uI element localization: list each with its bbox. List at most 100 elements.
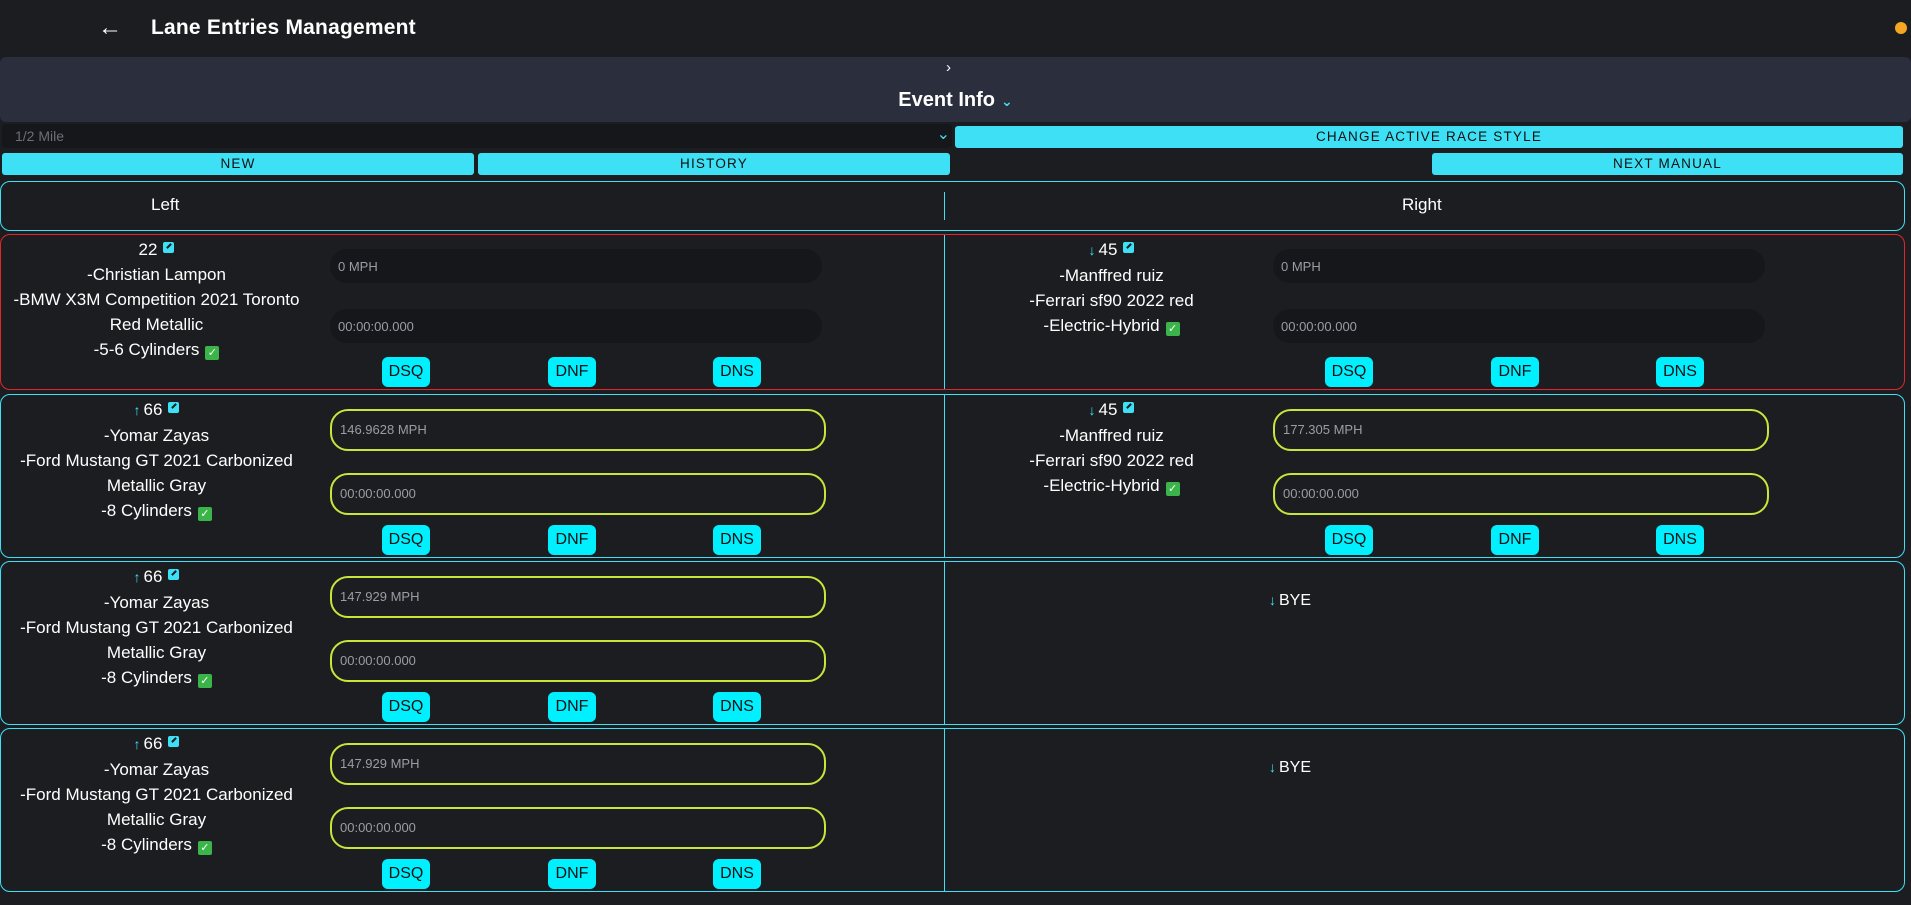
right-speed-field[interactable]: 0 MPH xyxy=(1273,249,1765,283)
left-dsq-button[interactable]: DSQ xyxy=(382,692,430,722)
event-info-title: Event Info xyxy=(898,89,995,111)
lane-divider xyxy=(944,192,945,220)
left-dnf-button[interactable]: DNF xyxy=(548,525,596,555)
arrow-up-icon: ↑ xyxy=(133,402,141,418)
lane-right-label: Right xyxy=(1402,195,1442,214)
entry-number: 45 xyxy=(1098,240,1118,259)
edit-icon[interactable] xyxy=(1123,242,1135,253)
car-name: -Ford Mustang GT 2021 Carbonized Metalli… xyxy=(20,451,293,495)
lane-header: Left Right xyxy=(0,181,1905,231)
event-info-toggle[interactable]: Event Info ⌄ xyxy=(0,89,1911,112)
right-dns-button[interactable]: DNS xyxy=(1656,357,1704,387)
chevron-down-icon: ⌄ xyxy=(1000,93,1013,109)
driver-name: -Manffred ruiz xyxy=(1059,426,1164,445)
driver-name: -Manffred ruiz xyxy=(1059,266,1164,285)
right-dns-button[interactable]: DNS xyxy=(1656,525,1704,555)
arrow-down-icon: ↓ xyxy=(1269,759,1276,775)
car-name: -Ford Mustang GT 2021 Carbonized Metalli… xyxy=(20,785,293,829)
right-dsq-button[interactable]: DSQ xyxy=(1325,525,1373,555)
edit-icon[interactable] xyxy=(1123,402,1135,413)
left-entry-info: ↑ 66 -Yomar Zayas -Ford Mustang GT 2021 C… xyxy=(4,564,309,690)
car-name: -Ferrari sf90 2022 red xyxy=(1029,291,1194,310)
left-dnf-button[interactable]: DNF xyxy=(548,357,596,387)
chevron-down-icon: ⌄ xyxy=(936,126,950,143)
top-bar: ← Lane Entries Management xyxy=(0,0,1911,56)
driver-name: -Yomar Zayas xyxy=(103,593,210,612)
entry-number: 66 xyxy=(143,567,163,586)
right-time-field[interactable]: 00:00:00.000 xyxy=(1273,309,1765,343)
left-speed-field[interactable]: 147.929 MPH xyxy=(330,576,826,618)
left-dnf-button[interactable]: DNF xyxy=(548,692,596,722)
engine-type: -Electric-Hybrid xyxy=(1043,316,1160,335)
left-dns-button[interactable]: DNS xyxy=(713,692,761,722)
check-icon: ✓ xyxy=(1165,482,1180,496)
next-manual-button[interactable]: NEXT MANUAL xyxy=(1432,153,1903,175)
race-style-select[interactable]: 1/2 Mile ⌄ xyxy=(2,124,952,148)
lane-divider xyxy=(944,235,945,389)
race-card: ↑ 66 -Yomar Zayas -Ford Mustang GT 2021 C… xyxy=(0,728,1905,892)
race-card: ↑ 66 -Yomar Zayas -Ford Mustang GT 2021 C… xyxy=(0,561,1905,725)
left-speed-field[interactable]: 147.929 MPH xyxy=(330,743,826,785)
history-button[interactable]: HISTORY xyxy=(478,153,950,175)
left-dsq-button[interactable]: DSQ xyxy=(382,525,430,555)
race-style-value: 1/2 Mile xyxy=(15,128,65,144)
right-dnf-button[interactable]: DNF xyxy=(1491,525,1539,555)
change-race-style-button[interactable]: CHANGE ACTIVE RACE STYLE xyxy=(955,126,1903,148)
right-dsq-button[interactable]: DSQ xyxy=(1325,357,1373,387)
right-time-field[interactable]: 00:00:00.000 xyxy=(1273,473,1769,515)
check-icon: ✓ xyxy=(197,507,212,521)
right-bye: ↓ BYE xyxy=(1269,592,1311,610)
race-card-active: 22 -Christian Lampon -BMW X3M Competitio… xyxy=(0,234,1905,390)
bye-label: BYE xyxy=(1279,592,1312,609)
entry-number: 22 xyxy=(138,240,158,259)
left-time-field[interactable]: 00:00:00.000 xyxy=(330,807,826,849)
new-button[interactable]: NEW xyxy=(2,153,474,175)
right-entry-info: ↓ 45 -Manffred ruiz -Ferrari sf90 2022 re… xyxy=(959,237,1264,338)
arrow-down-icon: ↓ xyxy=(1088,242,1096,258)
left-dns-button[interactable]: DNS xyxy=(713,525,761,555)
left-time-field[interactable]: 00:00:00.000 xyxy=(330,640,826,682)
left-time-field[interactable]: 00:00:00.000 xyxy=(330,309,822,343)
left-entry-info: ↑ 66 -Yomar Zayas -Ford Mustang GT 2021 C… xyxy=(4,731,309,857)
left-speed-field[interactable]: 0 MPH xyxy=(330,249,822,283)
arrow-down-icon: ↓ xyxy=(1269,592,1276,608)
entry-number: 66 xyxy=(143,734,163,753)
car-name: -BMW X3M Competition 2021 Toronto Red Me… xyxy=(13,290,300,334)
driver-name: -Christian Lampon xyxy=(87,265,226,284)
bye-label: BYE xyxy=(1279,759,1312,776)
left-dns-button[interactable]: DNS xyxy=(713,357,761,387)
driver-name: -Yomar Zayas xyxy=(103,426,210,445)
driver-name: -Yomar Zayas xyxy=(103,760,210,779)
right-speed-field[interactable]: 177.305 MPH xyxy=(1273,409,1769,451)
engine-type: -8 Cylinders xyxy=(101,668,192,687)
engine-type: -5-6 Cylinders xyxy=(93,340,200,359)
event-info-panel[interactable]: › Event Info ⌄ xyxy=(0,57,1911,122)
edit-icon[interactable] xyxy=(168,402,180,413)
check-icon: ✓ xyxy=(205,346,220,360)
left-speed-field[interactable]: 146.9628 MPH xyxy=(330,409,826,451)
right-dnf-button[interactable]: DNF xyxy=(1491,357,1539,387)
edit-icon[interactable] xyxy=(168,569,180,580)
car-name: -Ferrari sf90 2022 red xyxy=(1029,451,1194,470)
entry-number: 66 xyxy=(143,400,163,419)
left-dsq-button[interactable]: DSQ xyxy=(382,357,430,387)
lane-divider xyxy=(944,562,945,724)
arrow-down-icon: ↓ xyxy=(1088,402,1096,418)
arrow-left-icon[interactable]: ← xyxy=(96,14,124,42)
left-entry-info: ↑ 66 -Yomar Zayas -Ford Mustang GT 2021 C… xyxy=(4,397,309,523)
edit-icon[interactable] xyxy=(163,242,175,253)
right-bye: ↓ BYE xyxy=(1269,759,1311,777)
chevron-right-icon[interactable]: › xyxy=(946,59,951,76)
left-dnf-button[interactable]: DNF xyxy=(548,859,596,889)
edit-icon[interactable] xyxy=(168,736,180,747)
arrow-up-icon: ↑ xyxy=(133,736,141,752)
entry-number: 45 xyxy=(1098,400,1118,419)
check-icon: ✓ xyxy=(197,674,212,688)
lane-divider xyxy=(944,729,945,891)
left-time-field[interactable]: 00:00:00.000 xyxy=(330,473,826,515)
engine-type: -8 Cylinders xyxy=(101,835,192,854)
page-title: Lane Entries Management xyxy=(151,16,416,39)
engine-type: -Electric-Hybrid xyxy=(1043,476,1160,495)
left-dsq-button[interactable]: DSQ xyxy=(382,859,430,889)
left-dns-button[interactable]: DNS xyxy=(713,859,761,889)
